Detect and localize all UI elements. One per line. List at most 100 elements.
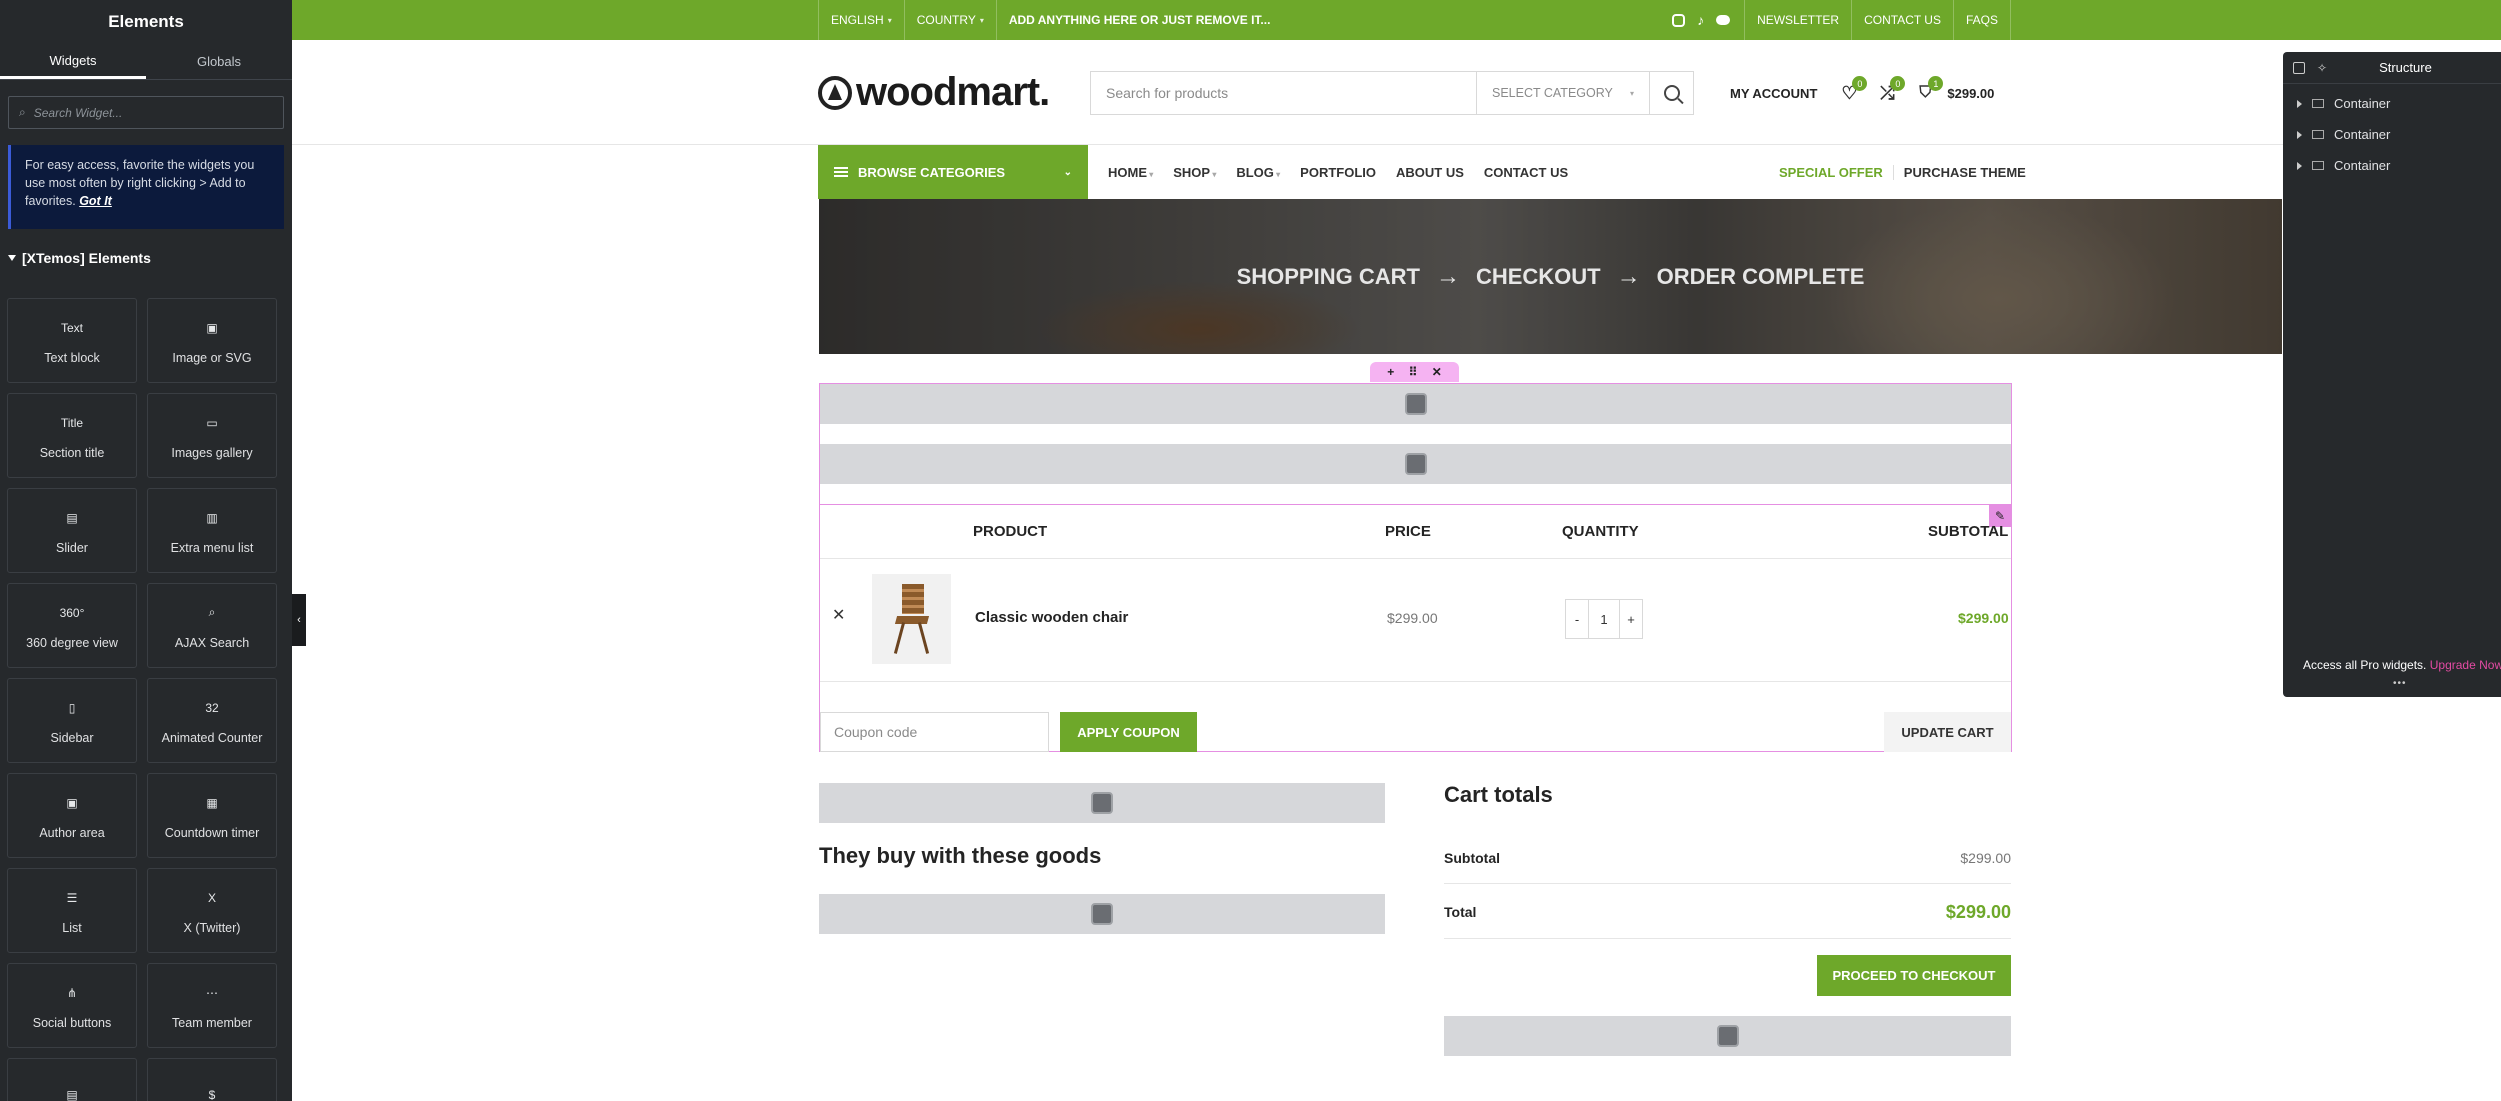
quantity-stepper: - 1 + (1565, 599, 1643, 639)
upgrade-now-link[interactable]: Upgrade Now (2430, 658, 2501, 672)
widget-countdown-timer[interactable]: ▦ Countdown timer (147, 773, 277, 858)
widget-placeholder[interactable] (820, 384, 2011, 424)
increase-quantity-button[interactable]: + (1619, 599, 1643, 639)
wishlist-count-badge: 0 (1852, 76, 1868, 91)
structure-item-container[interactable]: Container (2283, 150, 2501, 181)
widget-label: Extra menu list (170, 540, 254, 555)
purchase-theme-link[interactable]: PURCHASE THEME (1894, 165, 2026, 180)
faqs-link[interactable]: FAQS (1952, 0, 2011, 40)
header-cart-total[interactable]: $299.00 (1947, 86, 1994, 101)
list-icon: ☰ (66, 890, 78, 905)
nav-item-shop[interactable]: SHOP ▾ (1173, 165, 1216, 180)
widget-text-block[interactable]: Text Text block (7, 298, 137, 383)
collapse-panel-button[interactable]: ‹ (292, 594, 306, 646)
product-thumbnail[interactable] (872, 574, 951, 664)
add-element-icon[interactable]: + (1387, 365, 1394, 379)
widget-360-view[interactable]: 360° 360 degree view (7, 583, 137, 668)
apply-coupon-button[interactable]: APPLY COUPON (1060, 712, 1197, 752)
widget-sidebar[interactable]: ▯ Sidebar (7, 678, 137, 763)
widget-placeholder[interactable] (820, 444, 2011, 484)
nav-item-label: SHOP (1173, 164, 1211, 180)
tab-widgets[interactable]: Widgets (0, 44, 146, 79)
nav-item-portfolio[interactable]: PORTFOLIO (1300, 165, 1376, 180)
ai-sparkle-icon[interactable]: ✧ (2317, 61, 2327, 75)
nav-right-links: SPECIAL OFFER PURCHASE THEME (1779, 145, 2026, 199)
product-name-link[interactable]: Classic wooden chair (975, 609, 1128, 626)
drag-handle-icon[interactable]: ⠿ (1409, 365, 1418, 379)
proceed-to-checkout-button[interactable]: PROCEED TO CHECKOUT (1817, 955, 2011, 996)
my-account-link[interactable]: MY ACCOUNT (1730, 86, 1817, 101)
widget-list[interactable]: ☰ List (7, 868, 137, 953)
coupon-code-input[interactable] (820, 712, 1049, 752)
widget-images-gallery[interactable]: ▭ Images gallery (147, 393, 277, 478)
widget-price-widget[interactable]: $ (147, 1058, 277, 1101)
widget-animated-counter[interactable]: 32 Animated Counter (147, 678, 277, 763)
panel-title: Elements (108, 12, 184, 31)
tab-globals[interactable]: Globals (146, 44, 292, 79)
category-toggle[interactable]: [XTemos] Elements (0, 245, 292, 271)
elements-panel: Elements Widgets Globals ⌕ For easy acce… (0, 0, 292, 1101)
nav-item-contact-us[interactable]: CONTACT US (1484, 165, 1568, 180)
step-shopping-cart[interactable]: SHOPPING CART (1237, 264, 1420, 290)
discord-icon[interactable] (1716, 15, 1731, 25)
structure-tree: Container Container Container (2283, 84, 2501, 181)
step-checkout[interactable]: CHECKOUT (1476, 264, 1601, 290)
widget-image-svg[interactable]: ▣ Image or SVG (147, 298, 277, 383)
widget-placeholder[interactable] (819, 894, 1385, 934)
more-options-icon[interactable]: ••• (2393, 678, 2407, 689)
widget-label: Team member (172, 1015, 252, 1030)
contact-us-link[interactable]: CONTACT US (1851, 0, 1953, 40)
widget-search-input[interactable] (33, 105, 264, 120)
quantity-input[interactable]: 1 (1589, 599, 1619, 639)
step-order-complete[interactable]: ORDER COMPLETE (1657, 264, 1865, 290)
close-icon: ✕ (832, 607, 846, 624)
widget-author-area[interactable]: ▣ Author area (7, 773, 137, 858)
widget-placeholder[interactable] (1444, 1016, 2011, 1056)
nav-item-about-us[interactable]: ABOUT US (1396, 165, 1464, 180)
product-search-input[interactable] (1091, 72, 1476, 114)
collapse-structure-icon[interactable] (2293, 61, 2305, 74)
widget-x-twitter[interactable]: X X (Twitter) (147, 868, 277, 953)
update-cart-button[interactable]: UPDATE CART (1884, 712, 2011, 752)
widget-social-buttons[interactable]: ⋔ Social buttons (7, 963, 137, 1048)
widget-widget[interactable]: ▤ (7, 1058, 137, 1101)
structure-item-label: Container (2334, 158, 2391, 173)
subtotal-value: $299.00 (1960, 850, 2011, 866)
tiktok-icon[interactable]: ♪ (1697, 12, 1704, 28)
section-title-icon: Title (60, 415, 84, 430)
widget-ajax-search[interactable]: ⌕ AJAX Search (147, 583, 277, 668)
nav-item-home[interactable]: HOME ▾ (1108, 165, 1153, 180)
got-it-link[interactable]: Got It (79, 194, 112, 208)
widget-grid: Text Text block ▣ Image or SVG Title Section … (7, 298, 277, 1101)
structure-item-container[interactable]: Container (2283, 119, 2501, 150)
widget-extra-menu-list[interactable]: ▥ Extra menu list (147, 488, 277, 573)
social-buttons-icon: ⋔ (66, 985, 78, 1000)
remove-item-button[interactable]: ✕ (832, 605, 845, 625)
newsletter-link[interactable]: NEWSLETTER (1744, 0, 1851, 40)
instagram-icon[interactable] (1672, 13, 1686, 27)
browse-categories-label: BROWSE CATEGORIES (858, 164, 1006, 180)
widget-label: Image or SVG (172, 350, 252, 365)
compare-button[interactable]: ⤮ 0 (1877, 76, 1906, 103)
products-widget-icon (1091, 903, 1113, 925)
special-offer-link[interactable]: SPECIAL OFFER (1779, 164, 1894, 180)
nav-item-blog[interactable]: BLOG ▾ (1236, 165, 1280, 180)
structure-item-container[interactable]: Container (2283, 88, 2501, 119)
select-category-dropdown[interactable]: SELECT CATEGORY ▾ (1476, 72, 1649, 114)
site-logo[interactable]: woodmart. (818, 70, 1050, 115)
container-icon (2312, 161, 2324, 170)
widget-section-title[interactable]: Title Section title (7, 393, 137, 478)
cart-button[interactable]: ⛉ 1 (1915, 76, 1944, 103)
country-switcher[interactable]: COUNTRY ▾ (903, 0, 996, 40)
language-switcher[interactable]: ENGLISH ▾ (818, 0, 904, 40)
browse-categories-button[interactable]: BROWSE CATEGORIES ⌄ (818, 145, 1088, 199)
close-icon[interactable]: ✕ (1432, 365, 1442, 379)
widget-team-member[interactable]: ⋯ Team member (147, 963, 277, 1048)
cart-container[interactable]: ✎ PRODUCT PRICE QUANTITY SUBTOTAL ✕ Clas… (819, 383, 2012, 752)
widget-slider[interactable]: ▤ Slider (7, 488, 137, 573)
wishlist-button[interactable]: ♡ 0 (1839, 76, 1868, 103)
search-button[interactable] (1649, 72, 1693, 114)
total-value: $299.00 (1945, 901, 2011, 922)
widget-placeholder[interactable] (819, 783, 1385, 823)
decrease-quantity-button[interactable]: - (1565, 599, 1589, 639)
